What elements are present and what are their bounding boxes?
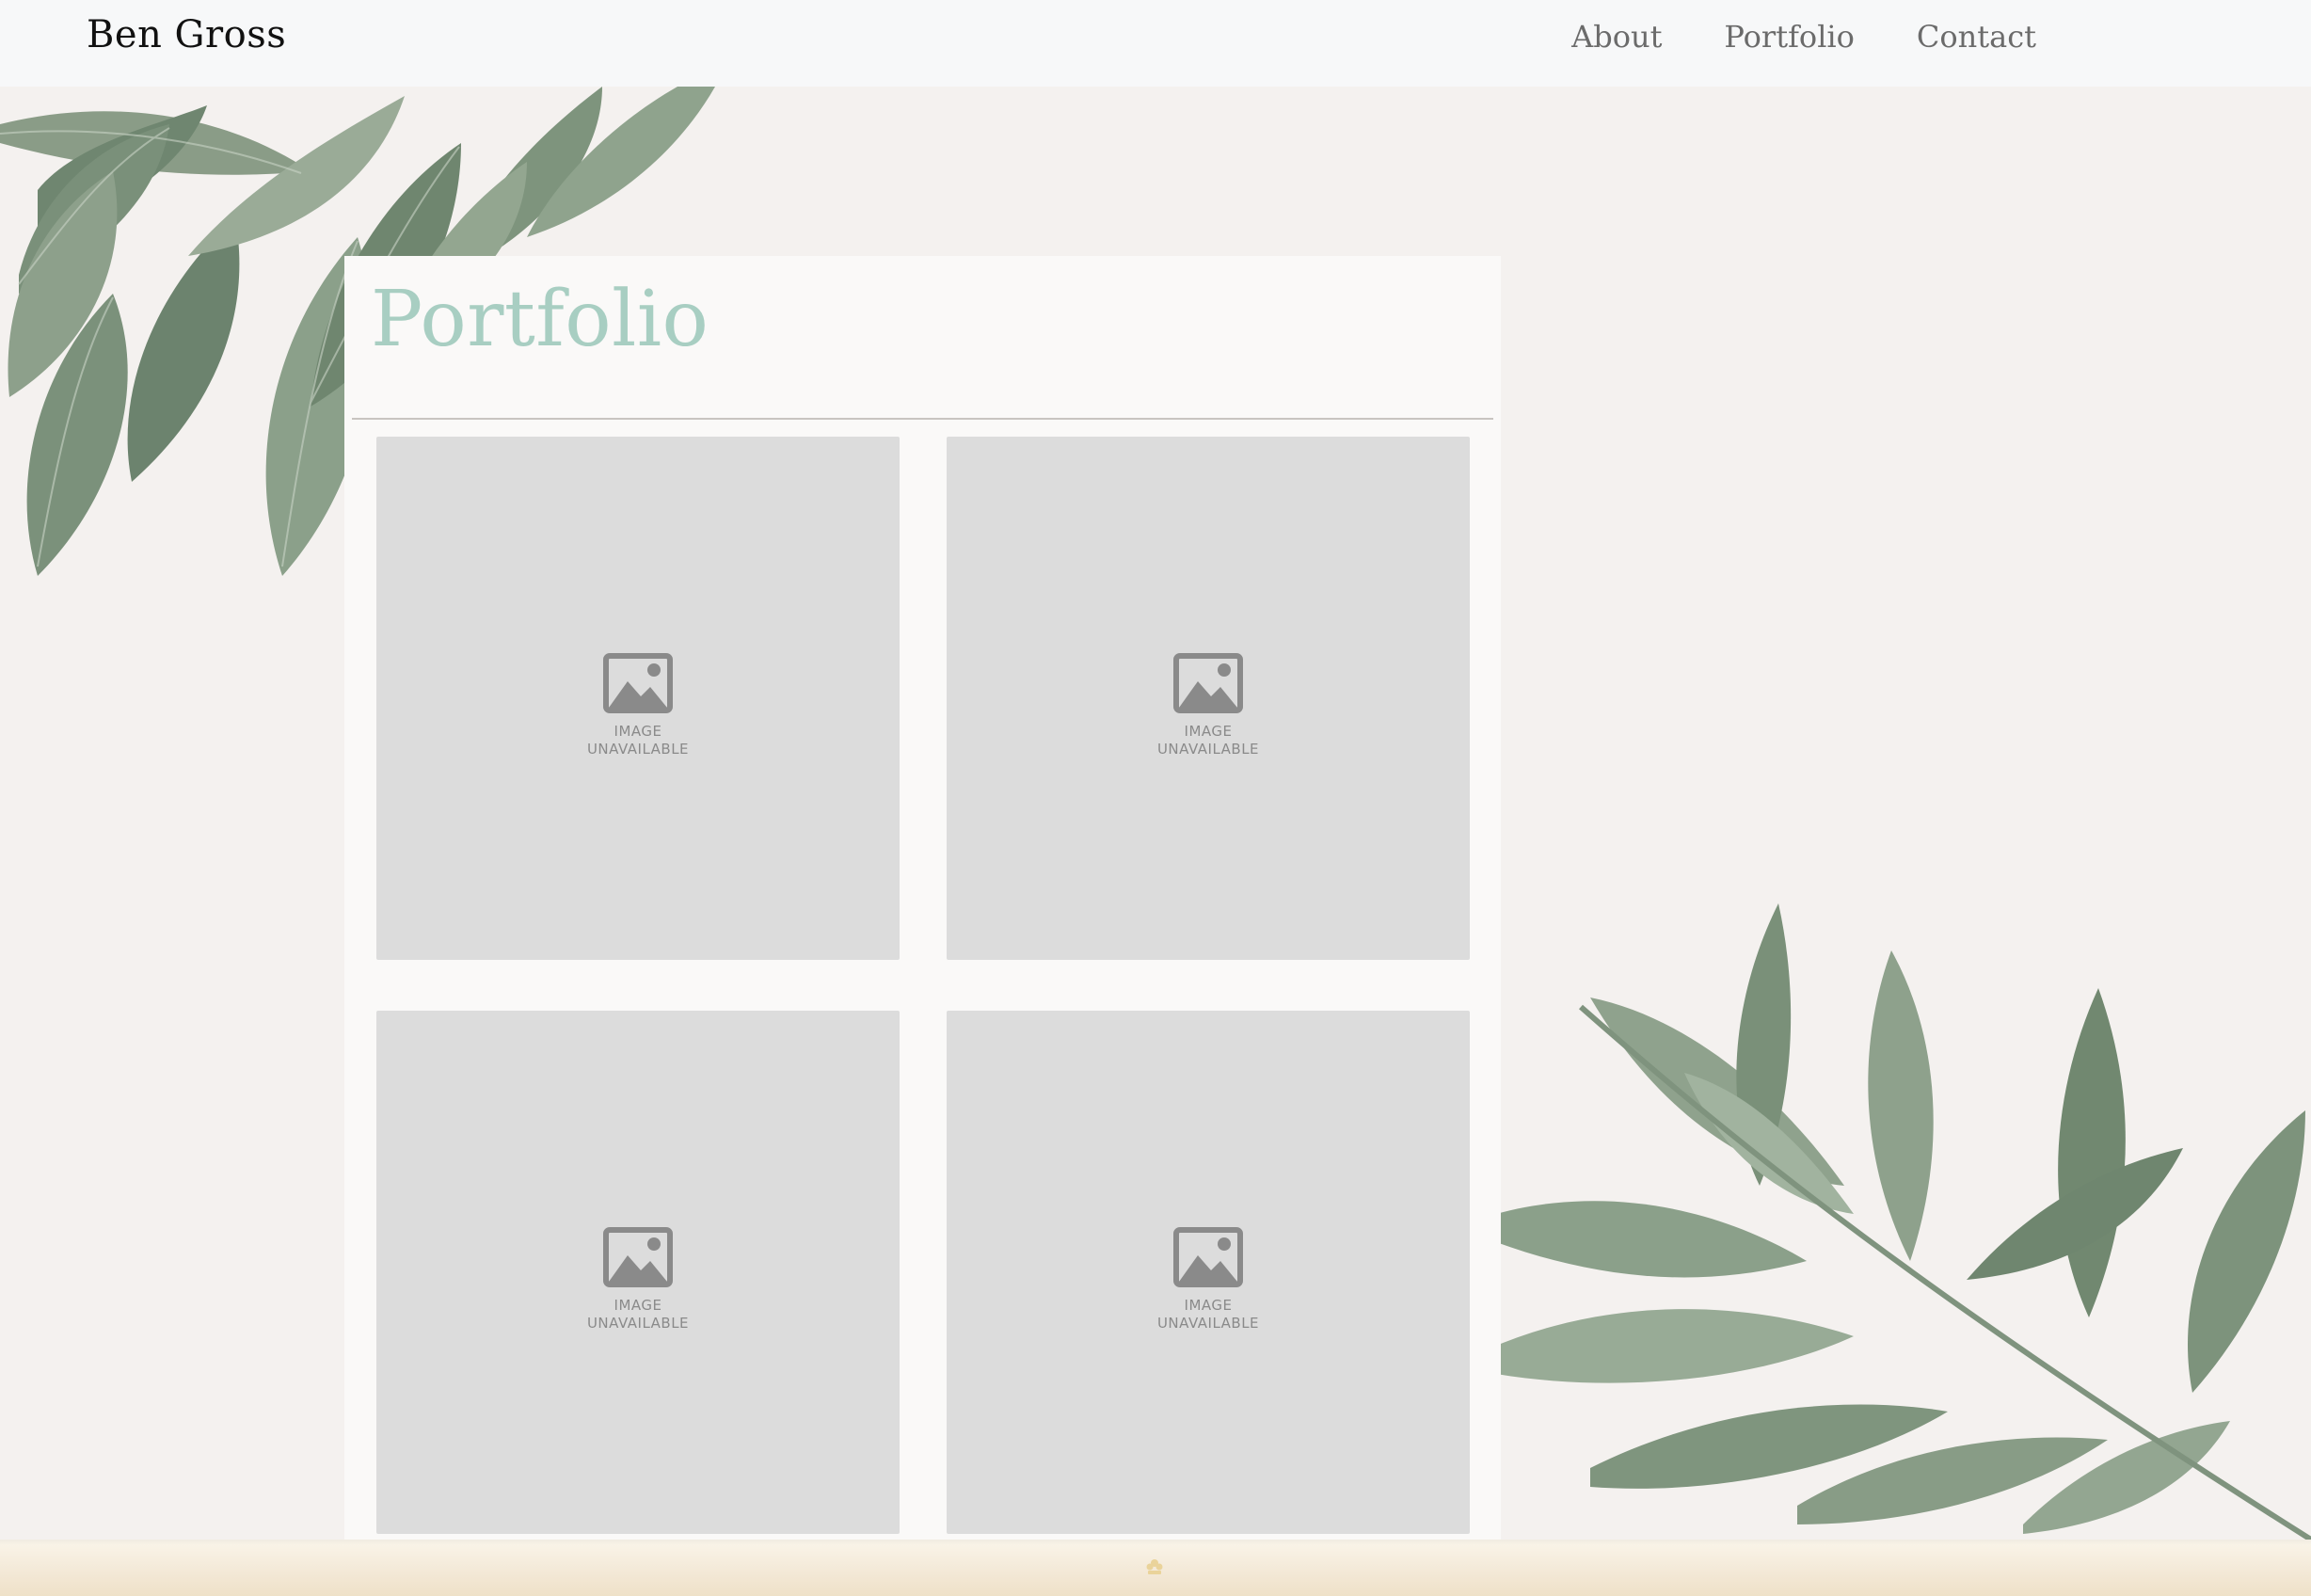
image-unavailable-label: IMAGE UNAVAILABLE [1156,1297,1260,1332]
nav-link-portfolio[interactable]: Portfolio [1724,19,1855,55]
image-placeholder: IMAGE UNAVAILABLE [1142,653,1274,758]
footer-bar [0,1540,2311,1596]
image-unavailable-label: IMAGE UNAVAILABLE [586,1297,690,1332]
nav-link-contact[interactable]: Contact [1917,19,2036,55]
portfolio-tile-4[interactable]: IMAGE UNAVAILABLE [947,1011,1470,1534]
portfolio-tile-3[interactable]: IMAGE UNAVAILABLE [376,1011,900,1534]
flower-icon [1146,1559,1163,1574]
image-icon [1173,1227,1243,1287]
image-icon [1173,653,1243,713]
main-nav: About Portfolio Contact [1571,19,2036,55]
image-icon [603,1227,673,1287]
top-navigation-bar: Ben Gross About Portfolio Contact [0,0,2311,87]
image-placeholder: IMAGE UNAVAILABLE [1142,1227,1274,1333]
image-icon [603,653,673,713]
decorative-leaves-bottom [1496,903,2311,1540]
nav-link-about[interactable]: About [1571,19,1662,55]
divider [352,418,1493,420]
portfolio-tile-2[interactable]: IMAGE UNAVAILABLE [947,437,1470,960]
footer-shadow [0,1540,2311,1545]
portfolio-panel: Portfolio IMAGE UNAVAILABLE IMAGE UNAVAI… [344,256,1501,1540]
page-title: Portfolio [371,275,709,364]
image-placeholder: IMAGE UNAVAILABLE [572,1227,704,1333]
image-unavailable-label: IMAGE UNAVAILABLE [586,723,690,758]
image-placeholder: IMAGE UNAVAILABLE [572,653,704,758]
portfolio-tile-1[interactable]: IMAGE UNAVAILABLE [376,437,900,960]
site-brand[interactable]: Ben Gross [87,13,286,56]
image-unavailable-label: IMAGE UNAVAILABLE [1156,723,1260,758]
